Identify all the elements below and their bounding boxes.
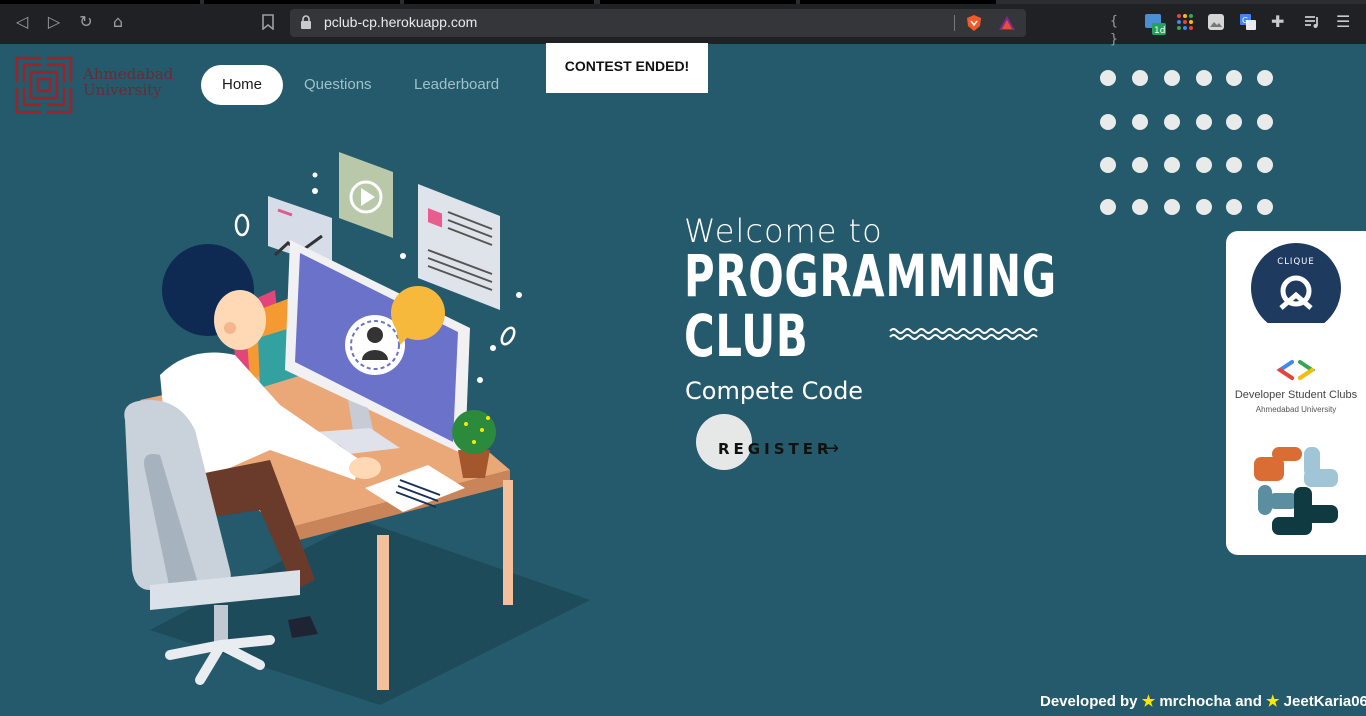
decorative-dot [1100,114,1116,130]
decorative-dot [1226,157,1242,173]
decorative-dot [1132,114,1148,130]
decorative-dot [1100,70,1116,86]
back-icon[interactable]: ◁ [11,11,33,33]
hero-subtitle: Compete Code [685,377,864,405]
author-link-1[interactable]: mrchocha [1159,693,1231,710]
menu-icon[interactable]: ☰ [1336,13,1354,31]
dsc-subtitle: Ahmedabad University [1255,405,1337,414]
decorative-dot [1132,70,1148,86]
decorative-dot [1100,157,1116,173]
nav-home[interactable]: Home [201,65,284,105]
developer-credits: Developed by ★ mrchocha and ★ JeetKaria0… [1040,692,1366,710]
decorative-dot [1164,199,1180,215]
decorative-dot [1196,70,1212,86]
json-extension-icon[interactable]: { } [1110,13,1128,47]
url-text: pclub-cp.herokuapp.com [324,14,478,30]
decorative-dot [1132,199,1148,215]
university-logo[interactable]: Ahmedabad University [15,56,190,114]
extensions-puzzle-icon[interactable]: ✚ [1271,13,1289,31]
dsc-logo-icon [1276,360,1316,380]
decorative-dot [1226,199,1242,215]
apps-grid-icon[interactable] [1176,13,1194,31]
home-icon[interactable]: ⌂ [107,11,129,33]
hero-title: PROGRAMMING CLUB [684,242,1057,370]
credits-and: and [1235,693,1262,710]
decorative-dot [1257,199,1273,215]
dsc-title: Developer Student Clubs [1234,389,1358,401]
decorative-wave [889,328,1038,340]
decorative-dot [1257,157,1273,173]
credits-prefix: Developed by [1040,693,1138,710]
decorative-dot [1257,114,1273,130]
puzzle-logo-icon[interactable] [1254,447,1338,535]
media-queue-icon[interactable] [1303,13,1321,31]
decorative-dot [1257,70,1273,86]
author-link-2[interactable]: JeetKaria06 [1284,693,1366,710]
bookmark-icon[interactable] [257,11,279,33]
programmer-illustration [124,152,590,705]
decorative-dot [1132,157,1148,173]
decorative-dot [1164,70,1180,86]
sponsors-card: CLIQUE Developer Student Clubs Ahmedabad… [1226,231,1366,555]
university-name: Ahmedabad University [83,65,174,99]
clique-text: CLIQUE [1277,257,1314,267]
decorative-dot [1196,199,1212,215]
browser-toolbar: ◁ ▷ ↻ ⌂ pclub-cp.herokuapp.com { } 1d G … [0,0,1366,47]
decorative-dot [1196,114,1212,130]
reload-icon[interactable]: ↻ [75,11,97,33]
nav-questions[interactable]: Questions [304,65,372,105]
brave-shield-icon[interactable] [965,14,983,32]
star-icon: ★ [1141,693,1156,710]
maze-logo-icon [15,56,73,114]
decorative-dot [1226,70,1242,86]
tab-strip [0,0,1366,4]
decorative-dot [1164,114,1180,130]
nav-leaderboard[interactable]: Leaderboard [414,65,499,105]
svg-text:G: G [1242,16,1248,25]
star-icon: ★ [1266,693,1280,710]
calendar-extension-icon[interactable]: 1d [1144,13,1166,36]
decorative-dot [1164,157,1180,173]
decorative-dot [1226,114,1242,130]
decorative-dot [1100,199,1116,215]
brave-rewards-icon[interactable] [998,15,1016,31]
decorative-dot-grid [1100,70,1280,220]
photo-extension-icon[interactable] [1207,13,1225,31]
lock-icon [301,15,311,29]
address-bar[interactable]: pclub-cp.herokuapp.com [290,9,1026,37]
clique-logo[interactable]: CLIQUE [1251,243,1341,333]
arrow-right-icon: → [824,438,840,459]
contest-status-banner: CONTEST ENDED! [546,43,708,93]
translate-icon[interactable]: G [1239,13,1257,31]
decorative-dot [1196,157,1212,173]
register-label: REGISTER [718,440,833,458]
badge-text: 1d [1154,26,1165,36]
forward-icon[interactable]: ▷ [43,11,65,33]
